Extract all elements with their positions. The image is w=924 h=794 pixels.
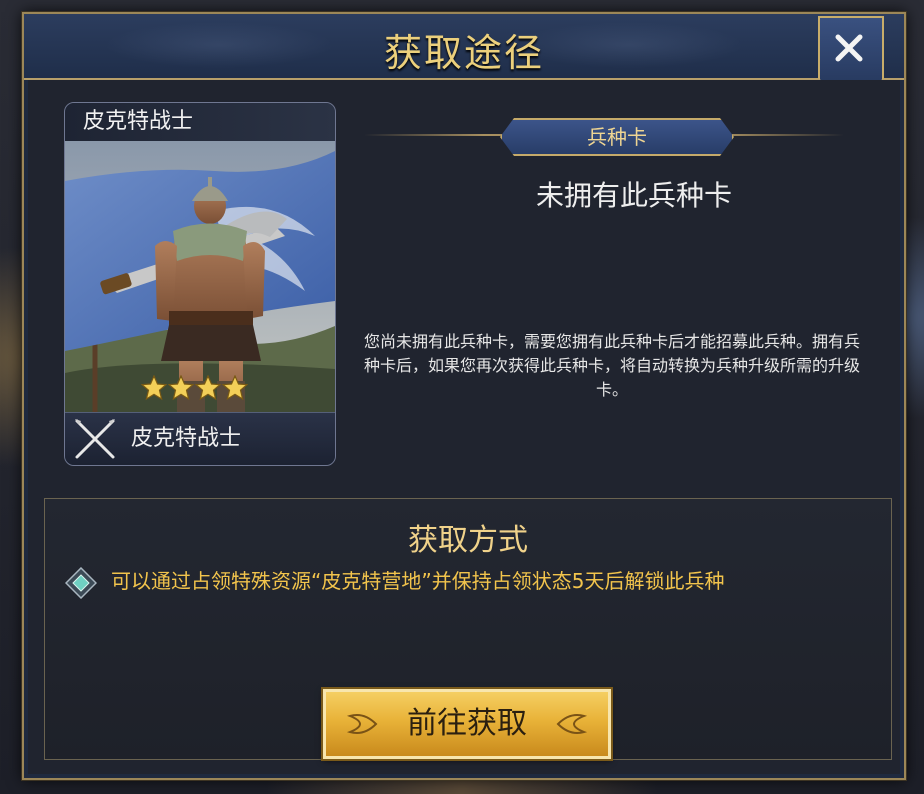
method-item: 可以通过占领特殊资源“皮克特营地”并保持占领状态5天后解锁此兵种: [65, 561, 885, 601]
star-icon: [168, 375, 194, 401]
unit-type-name: 皮克特战士: [131, 426, 242, 451]
dialog-content: 皮克特战士 皮克特战士 兵种卡 未拥有此兵种卡 您尚未拥有此兵种卡，需要您拥有此…: [28, 80, 900, 774]
acquisition-method-panel: 获取方式 可以通过占领特殊资源“皮克特营地”并保持占领状态5天后解锁此兵种 前往…: [44, 498, 892, 760]
warrior-portrait: [65, 141, 335, 413]
star-icon: [195, 375, 221, 401]
card-description: 您尚未拥有此兵种卡，需要您拥有此兵种卡后才能招募此兵种。拥有兵种卡后，如果您再次…: [363, 332, 860, 399]
star-icon: [141, 375, 167, 401]
card-type-tag: 兵种卡: [500, 118, 734, 156]
acquisition-dialog: 获取途径 皮克特战士 皮克特战士 兵种卡 未拥有此兵种卡 您尚未拥有此兵种卡，需…: [22, 12, 906, 780]
go-acquire-button[interactable]: 前往获取: [323, 689, 611, 759]
unit-card-footer: 皮克特战士: [65, 412, 335, 465]
crossed-swords-icon: [75, 419, 115, 459]
method-item-text: 可以通过占领特殊资源“皮克特营地”并保持占领状态5天后解锁此兵种: [111, 569, 725, 593]
title-bar: 获取途径: [24, 14, 904, 80]
star-rating: [141, 375, 248, 401]
unit-card-name: 皮克特战士: [65, 103, 335, 141]
ownership-status: 未拥有此兵种卡: [535, 179, 732, 212]
unit-card[interactable]: 皮克特战士 皮克特战士: [64, 102, 336, 466]
dialog-title: 获取途径: [383, 31, 544, 75]
method-title: 获取方式: [408, 523, 528, 558]
diamond-gem-icon: [65, 567, 97, 599]
close-icon: [835, 34, 863, 62]
ornament-right-icon: [556, 714, 588, 734]
star-icon: [222, 375, 248, 401]
